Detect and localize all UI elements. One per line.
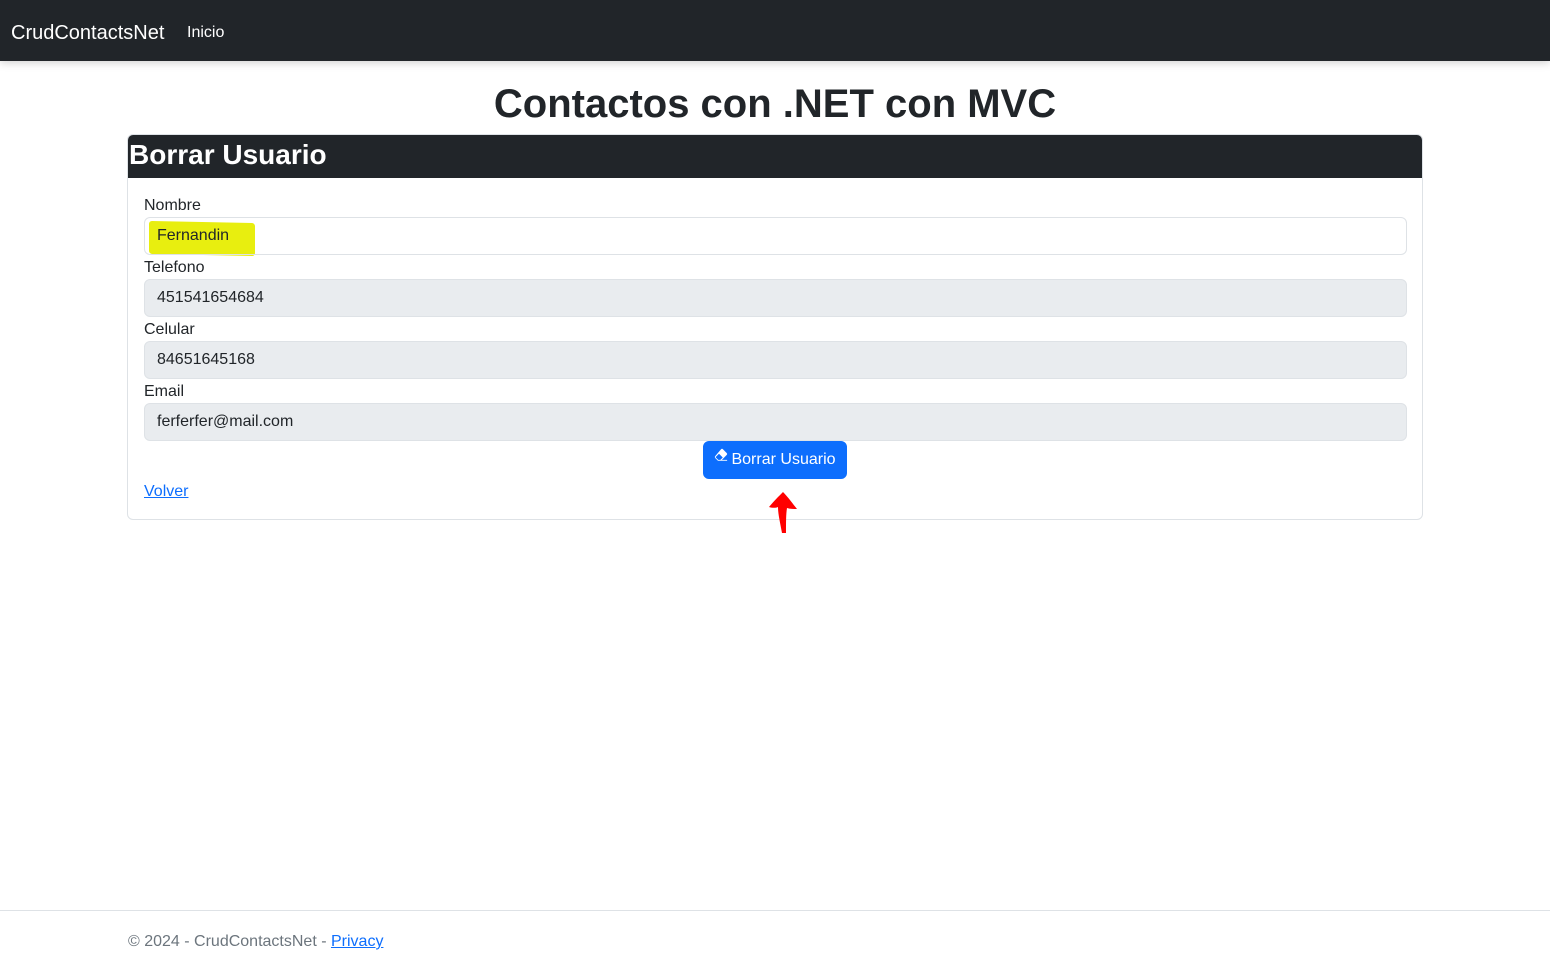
eraser-icon: [714, 440, 728, 476]
footer: © 2024 - CrudContactsNet - Privacy: [0, 910, 1550, 971]
delete-user-card: Borrar Usuario Nombre Telefono Celular E…: [127, 134, 1423, 520]
email-label: Email: [144, 383, 185, 400]
navbar: CrudContactsNet Inicio: [0, 0, 1550, 61]
footer-text: © 2024 - CrudContactsNet - Privacy: [128, 932, 383, 952]
celular-field[interactable]: [144, 341, 1407, 379]
privacy-link[interactable]: Privacy: [331, 933, 383, 950]
nav-link-inicio[interactable]: Inicio: [187, 23, 224, 43]
celular-label: Celular: [144, 321, 195, 338]
nombre-label: Nombre: [144, 197, 201, 214]
email-field[interactable]: [144, 403, 1407, 441]
delete-user-button-label: Borrar Usuario: [731, 451, 836, 468]
copyright-text: © 2024 - CrudContactsNet -: [128, 933, 331, 950]
telefono-field[interactable]: [144, 279, 1407, 317]
delete-user-button[interactable]: Borrar Usuario: [703, 441, 847, 479]
telefono-label: Telefono: [144, 259, 205, 276]
navbar-brand[interactable]: CrudContactsNet: [11, 20, 164, 46]
volver-link[interactable]: Volver: [144, 482, 188, 502]
card-header: Borrar Usuario: [128, 135, 1422, 178]
page-title: Contactos con .NET con MVC: [493, 82, 1057, 126]
red-arrow-up-icon: [766, 490, 800, 541]
nombre-field[interactable]: [144, 217, 1407, 255]
